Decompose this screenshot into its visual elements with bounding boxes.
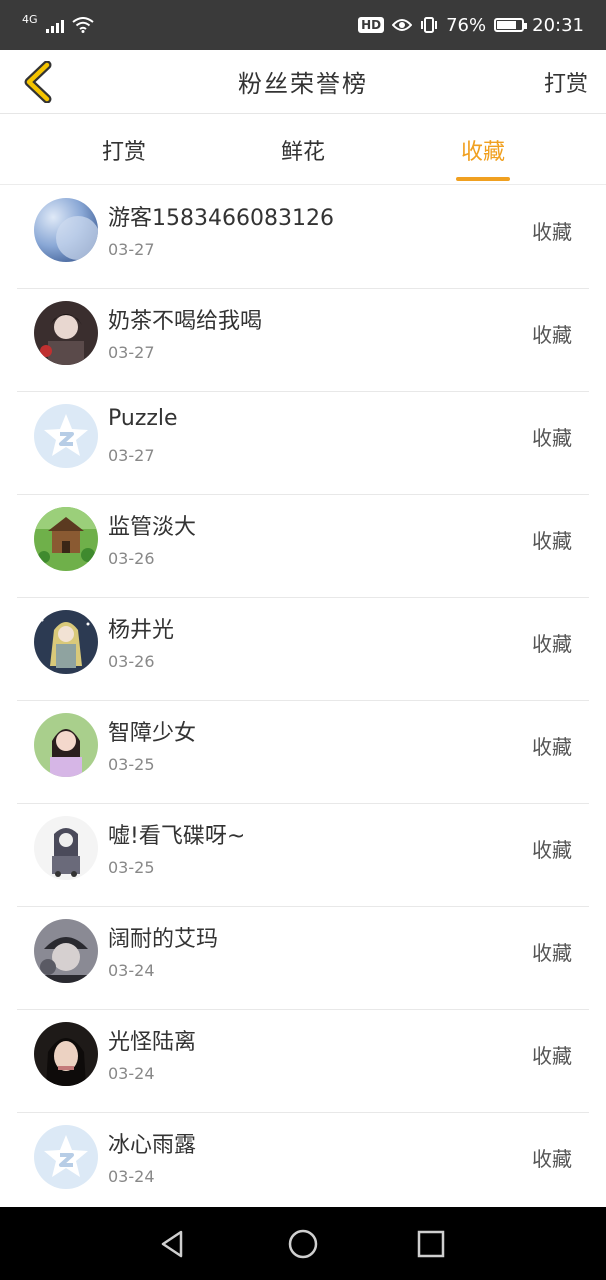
user-name: 奶茶不喝给我喝 <box>108 309 263 334</box>
back-button[interactable] <box>16 56 60 108</box>
avatar[interactable] <box>34 919 98 983</box>
hd-badge: HD <box>358 17 385 33</box>
date-label: 03-26 <box>108 652 155 671</box>
active-tab-indicator <box>456 177 510 181</box>
favorite-label: 收藏 <box>532 529 572 553</box>
back-triangle-icon[interactable] <box>157 1228 189 1260</box>
user-name: Puzzle <box>108 406 178 431</box>
tab-reward[interactable]: 打赏 <box>74 115 174 185</box>
tab-label: 收藏 <box>460 140 505 165</box>
avatar[interactable] <box>34 713 98 777</box>
favorite-label: 收藏 <box>532 632 572 656</box>
list-item[interactable]: 嘘!看飞碟呀~ 03-25 收藏 <box>17 804 589 907</box>
favorite-label: 收藏 <box>532 941 572 965</box>
clock: 20:31 <box>532 14 584 36</box>
wifi-icon <box>71 17 94 33</box>
reward-button[interactable]: 打赏 <box>544 66 588 98</box>
favorite-label: 收藏 <box>532 1147 572 1171</box>
date-label: 03-24 <box>108 1064 155 1083</box>
tab-favorites[interactable]: 收藏 <box>433 115 533 185</box>
list-item[interactable]: 光怪陆离 03-24 收藏 <box>17 1010 589 1113</box>
list-item[interactable]: 冰心雨露 03-24 收藏 <box>17 1113 589 1216</box>
header: 粉丝荣誉榜 打赏 <box>0 50 606 114</box>
vibrate-icon <box>421 17 438 33</box>
battery-percent: 76% <box>446 14 487 36</box>
chevron-left-icon <box>24 61 52 103</box>
eye-icon <box>392 19 413 31</box>
list-item[interactable]: 杨井光 03-26 收藏 <box>17 598 589 701</box>
date-label: 03-25 <box>108 858 155 877</box>
avatar[interactable] <box>34 610 98 674</box>
page-title: 粉丝荣誉榜 <box>238 70 368 98</box>
user-name: 监管淡大 <box>108 515 197 540</box>
battery-icon <box>494 18 528 32</box>
user-name: 光怪陆离 <box>108 1030 197 1055</box>
tab-bar: 打赏 鲜花 收藏 <box>0 115 606 185</box>
home-circle-icon[interactable] <box>287 1228 319 1260</box>
list-item[interactable]: Puzzle 03-27 收藏 <box>17 392 589 495</box>
system-nav-bar <box>0 1207 606 1280</box>
avatar[interactable] <box>34 301 98 365</box>
signal-icon <box>45 17 64 33</box>
avatar[interactable] <box>34 816 98 880</box>
date-label: 03-27 <box>108 343 155 362</box>
date-label: 03-26 <box>108 549 155 568</box>
favorite-label: 收藏 <box>532 1044 572 1068</box>
recents-square-icon[interactable] <box>415 1228 447 1260</box>
tab-label: 打赏 <box>101 140 146 165</box>
avatar[interactable] <box>34 198 98 262</box>
status-right: HD 76% 20:31 <box>358 15 584 36</box>
list-item[interactable]: 智障少女 03-25 收藏 <box>17 701 589 804</box>
avatar[interactable] <box>34 1022 98 1086</box>
date-label: 03-27 <box>108 446 155 465</box>
status-left: 4G <box>22 13 94 33</box>
list-item[interactable]: 阔耐的艾玛 03-24 收藏 <box>17 907 589 1010</box>
favorite-label: 收藏 <box>532 220 572 244</box>
list-item[interactable]: 监管淡大 03-26 收藏 <box>17 495 589 598</box>
date-label: 03-24 <box>108 1167 155 1186</box>
favorite-label: 收藏 <box>532 838 572 862</box>
user-name: 智障少女 <box>108 721 197 746</box>
favorite-label: 收藏 <box>532 426 572 450</box>
favorite-label: 收藏 <box>532 735 572 759</box>
user-name: 阔耐的艾玛 <box>108 927 219 952</box>
user-name: 冰心雨露 <box>108 1133 197 1158</box>
fan-list: 游客1583466083126 03-27 收藏 奶茶不喝给我喝 03-27 收… <box>0 186 606 1216</box>
avatar[interactable] <box>34 1125 98 1189</box>
avatar[interactable] <box>34 404 98 468</box>
user-name: 嘘!看飞碟呀~ <box>108 824 246 849</box>
favorite-label: 收藏 <box>532 323 572 347</box>
date-label: 03-25 <box>108 755 155 774</box>
date-label: 03-27 <box>108 240 155 259</box>
avatar[interactable] <box>34 507 98 571</box>
list-item[interactable]: 奶茶不喝给我喝 03-27 收藏 <box>17 289 589 392</box>
date-label: 03-24 <box>108 961 155 980</box>
user-name: 游客1583466083126 <box>108 206 334 231</box>
list-item[interactable]: 游客1583466083126 03-27 收藏 <box>17 186 589 289</box>
status-bar: 4G HD 76% 20:31 <box>0 0 606 50</box>
tab-label: 鲜花 <box>280 140 325 165</box>
network-type: 4G <box>22 12 38 26</box>
user-name: 杨井光 <box>108 618 175 643</box>
tab-flowers[interactable]: 鲜花 <box>253 115 353 185</box>
